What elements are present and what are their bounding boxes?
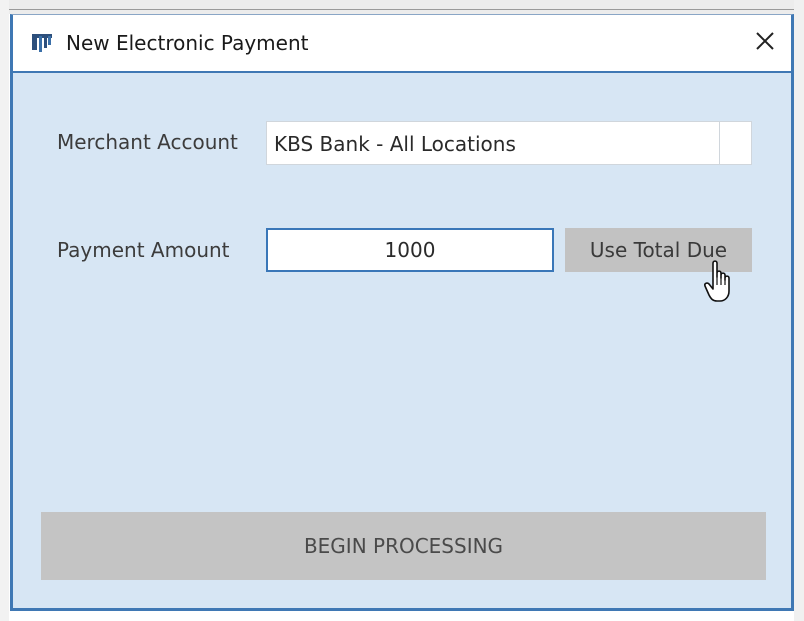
merchant-account-selected-value: KBS Bank - All Locations — [274, 132, 516, 156]
merchant-account-select[interactable]: KBS Bank - All Locations — [266, 121, 752, 165]
app-logo-icon — [31, 32, 53, 54]
dropdown-button[interactable] — [719, 122, 751, 164]
close-button[interactable] — [747, 25, 783, 61]
begin-processing-button[interactable]: BEGIN PROCESSING — [41, 512, 766, 580]
window-title: New Electronic Payment — [66, 31, 309, 55]
close-icon — [755, 31, 775, 55]
hand-pointer-cursor-icon — [703, 259, 737, 303]
background-window-strip — [0, 0, 804, 14]
payment-amount-input[interactable] — [266, 228, 554, 272]
background-window-left — [0, 0, 9, 621]
background-window-right — [794, 0, 804, 621]
new-electronic-payment-dialog: New Electronic Payment Merchant Account … — [10, 14, 794, 611]
title-bar[interactable]: New Electronic Payment — [13, 15, 791, 73]
payment-amount-label: Payment Amount — [57, 238, 230, 262]
merchant-account-label: Merchant Account — [57, 130, 238, 154]
